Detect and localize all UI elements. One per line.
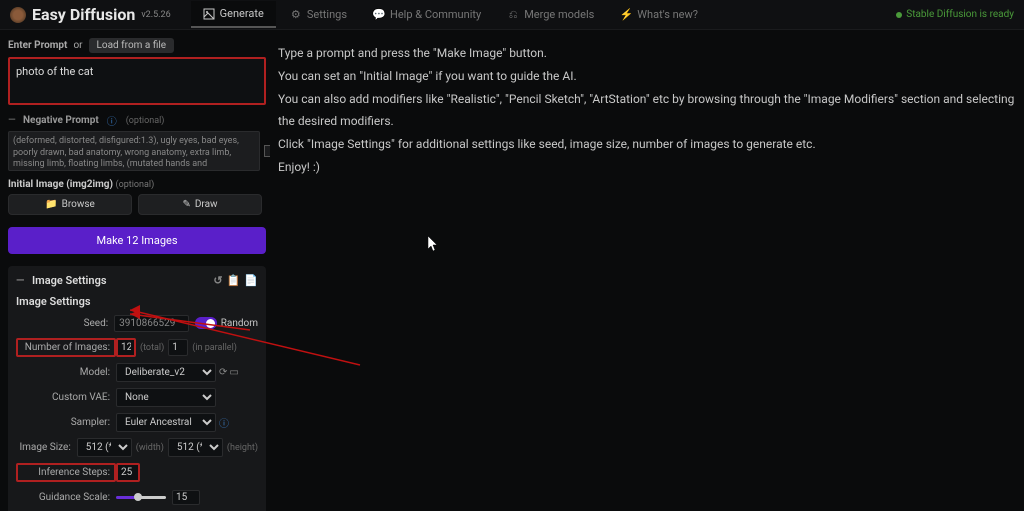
seed-input[interactable] bbox=[114, 315, 189, 332]
bolt-icon: ⚡ bbox=[620, 9, 632, 21]
vae-select[interactable]: None bbox=[116, 388, 216, 407]
gear-icon: ⚙ bbox=[290, 9, 302, 21]
sampler-select[interactable]: Euler Ancestral bbox=[116, 413, 216, 432]
collapse-icon: — bbox=[16, 274, 26, 287]
make-images-button[interactable]: Make 12 Images bbox=[8, 227, 266, 254]
merge-icon: ⎌ bbox=[507, 9, 519, 21]
main: Enter Prompt or Load from a file photo o… bbox=[0, 30, 1024, 511]
help-line: Type a prompt and press the "Make Image"… bbox=[278, 42, 1016, 65]
negative-checkbox-wrap: (deformed, distorted, disfigured:1.3), u… bbox=[8, 131, 262, 171]
model-select[interactable]: Deliberate_v2 bbox=[116, 363, 216, 382]
pencil-icon: ✎ bbox=[182, 199, 190, 210]
size-label: Image Size: bbox=[16, 442, 77, 453]
initial-image-label: Initial Image (img2img) (optional) bbox=[8, 179, 262, 190]
steps-input[interactable] bbox=[116, 463, 140, 482]
help-line: Click "Image Settings" for additional se… bbox=[278, 133, 1016, 156]
app-title: Easy Diffusion bbox=[32, 5, 135, 24]
random-toggle[interactable] bbox=[195, 317, 217, 329]
info-icon[interactable]: ⓘ bbox=[107, 113, 117, 128]
tab-label: Generate bbox=[220, 7, 264, 20]
tab-settings[interactable]: ⚙ Settings bbox=[278, 1, 359, 28]
tab-whatsnew[interactable]: ⚡ What's new? bbox=[608, 1, 710, 28]
undo-icon[interactable]: ↺ bbox=[213, 274, 222, 287]
panel-header[interactable]: — Image Settings ↺ 📋 📄 bbox=[16, 274, 258, 287]
tab-label: What's new? bbox=[637, 8, 698, 21]
folder-icon[interactable]: ▭ bbox=[229, 367, 238, 378]
vae-label: Custom VAE: bbox=[16, 392, 116, 403]
draw-button[interactable]: ✎Draw bbox=[138, 194, 262, 215]
collapse-icon: — bbox=[8, 115, 18, 126]
tab-merge[interactable]: ⎌ Merge models bbox=[495, 1, 606, 28]
sampler-label: Sampler: bbox=[16, 417, 116, 428]
reload-icon[interactable]: ⟳ bbox=[219, 367, 227, 378]
info-icon[interactable]: ⓘ bbox=[219, 415, 229, 430]
tab-generate[interactable]: Generate bbox=[191, 1, 276, 28]
tab-label: Settings bbox=[307, 8, 347, 21]
content-area: Type a prompt and press the "Make Image"… bbox=[270, 30, 1024, 511]
tab-label: Merge models bbox=[524, 8, 594, 21]
seed-label: Seed: bbox=[16, 318, 114, 329]
tab-label: Help & Community bbox=[390, 8, 481, 21]
header: Easy Diffusion v2.5.26 Generate ⚙ Settin… bbox=[0, 0, 1024, 30]
num-images-parallel-input[interactable] bbox=[168, 339, 188, 356]
num-images-label: Number of Images: bbox=[16, 338, 116, 357]
model-label: Model: bbox=[16, 367, 116, 378]
folder-icon: 📁 bbox=[45, 199, 57, 210]
prompt-input[interactable]: photo of the cat bbox=[8, 57, 266, 105]
height-select[interactable]: 512 (*) bbox=[168, 438, 223, 457]
guidance-slider[interactable] bbox=[116, 496, 166, 499]
sub-head: Image Settings bbox=[16, 295, 258, 308]
question-icon: 💬 bbox=[373, 9, 385, 21]
help-line: Enjoy! :) bbox=[278, 156, 1016, 179]
sidebar: Enter Prompt or Load from a file photo o… bbox=[0, 30, 270, 511]
guidance-label: Guidance Scale: bbox=[16, 492, 116, 503]
help-line: You can set an "Initial Image" if you wa… bbox=[278, 65, 1016, 88]
width-select[interactable]: 512 (*) bbox=[77, 438, 132, 457]
logo: Easy Diffusion v2.5.26 bbox=[10, 5, 171, 24]
image-settings-panel: — Image Settings ↺ 📋 📄 Image Settings Se… bbox=[8, 266, 266, 511]
browse-button[interactable]: 📁Browse bbox=[8, 194, 132, 215]
status-badge: Stable Diffusion is ready bbox=[896, 9, 1014, 20]
load-from-file-button[interactable]: Load from a file bbox=[89, 38, 175, 53]
app-version: v2.5.26 bbox=[141, 10, 170, 20]
image-icon bbox=[203, 8, 215, 20]
steps-label: Inference Steps: bbox=[16, 463, 116, 482]
num-images-total-input[interactable] bbox=[116, 338, 136, 357]
nav-tabs: Generate ⚙ Settings 💬 Help & Community ⎌… bbox=[191, 1, 710, 28]
prompt-label: Enter Prompt bbox=[8, 40, 67, 51]
guidance-value[interactable] bbox=[172, 490, 200, 505]
help-line: You can also add modifiers like "Realist… bbox=[278, 88, 1016, 134]
copy-icon[interactable]: 📋 bbox=[227, 274, 241, 287]
negative-prompt-header[interactable]: — Negative Prompt ⓘ (optional) bbox=[8, 113, 262, 128]
app-icon bbox=[10, 7, 26, 23]
tab-help[interactable]: 💬 Help & Community bbox=[361, 1, 493, 28]
paste-icon[interactable]: 📄 bbox=[244, 274, 258, 287]
prompt-label-row: Enter Prompt or Load from a file bbox=[8, 38, 262, 53]
negative-prompt-input[interactable]: (deformed, distorted, disfigured:1.3), u… bbox=[8, 131, 260, 171]
